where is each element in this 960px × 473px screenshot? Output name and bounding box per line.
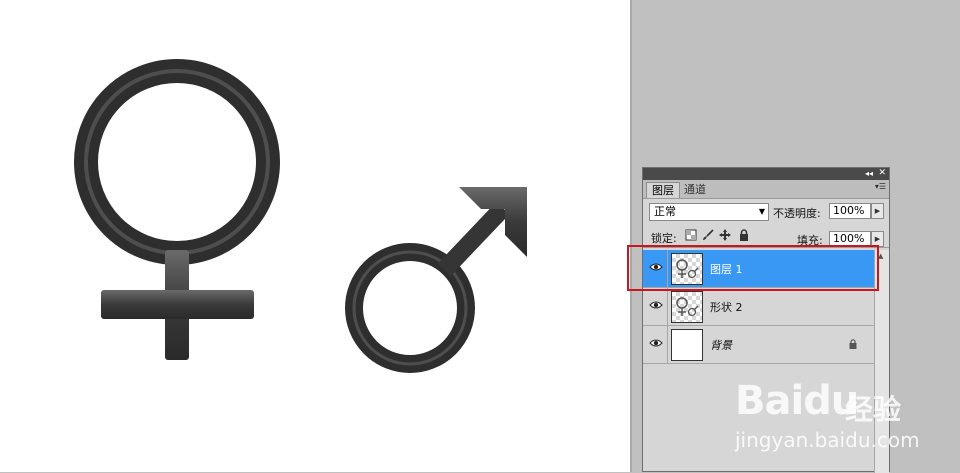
layer-name: 背景 [710,339,732,352]
layer-name: 图层 1 [710,263,743,276]
move-icon[interactable] [719,229,731,241]
watermark: Baidu 经验 jingyan.baidu.com [735,372,935,462]
eye-icon[interactable] [649,262,663,272]
layer-row-background[interactable]: 背景 [643,326,874,364]
watermark-logo: Baidu [735,378,859,424]
gender-symbols-icon [676,297,699,317]
fill-slider-button[interactable]: ▶ [871,231,884,247]
fill-label: 填充: [797,234,823,247]
panel-menu-icon[interactable]: ▾☰ [875,182,886,191]
scroll-up-icon[interactable]: ▲ [878,252,883,260]
layer-row-layer1[interactable]: 图层 1 [643,250,874,288]
opacity-slider-button[interactable]: ▶ [871,203,884,219]
lock-label: 锁定: [651,232,677,245]
tab-layers[interactable]: 图层 [646,182,680,198]
lock-icon [849,339,857,349]
brush-icon[interactable] [702,229,714,241]
canvas-artwork [74,59,527,373]
panel-tabs: 图层 通道 ▾☰ [643,180,889,199]
watermark-brand: 经验 [845,393,902,426]
lock-icon[interactable] [738,229,750,241]
transparency-lock-icon[interactable] [685,229,697,241]
layer-row-shape2[interactable]: 形状 2 [643,288,874,326]
female-symbol-icon [74,59,280,360]
collapse-icon[interactable]: ◂◂ [865,169,873,179]
male-symbol-icon [345,187,527,373]
blend-mode-select[interactable]: 正常 ▼ [649,203,769,221]
blend-opacity-row: 正常 ▼ 不透明度: 100% ▶ [643,201,889,223]
gender-symbols-icon [676,259,699,279]
document-canvas[interactable] [0,0,632,472]
panel-titlebar: ◂◂ ✕ [643,168,889,180]
layer-thumbnail [671,291,703,323]
tab-channels[interactable]: 通道 [679,182,711,198]
eye-icon[interactable] [649,338,663,348]
layer-thumbnail [671,329,703,361]
eye-icon[interactable] [649,300,663,310]
divider [643,247,889,248]
divider [667,288,668,325]
layer-name: 形状 2 [710,301,743,314]
divider [667,326,668,363]
layer-thumbnail [671,253,703,285]
opacity-field[interactable]: 100% [829,203,871,219]
watermark-url: jingyan.baidu.com [735,428,920,452]
fill-field[interactable]: 100% [829,231,871,247]
blend-mode-value: 正常 [654,205,676,218]
lock-fill-row: 锁定: 填充: 100% ▶ [643,227,889,247]
chevron-down-icon: ▼ [758,207,765,216]
divider [667,250,668,287]
close-icon[interactable]: ✕ [878,168,886,179]
opacity-label: 不透明度: [773,207,821,220]
